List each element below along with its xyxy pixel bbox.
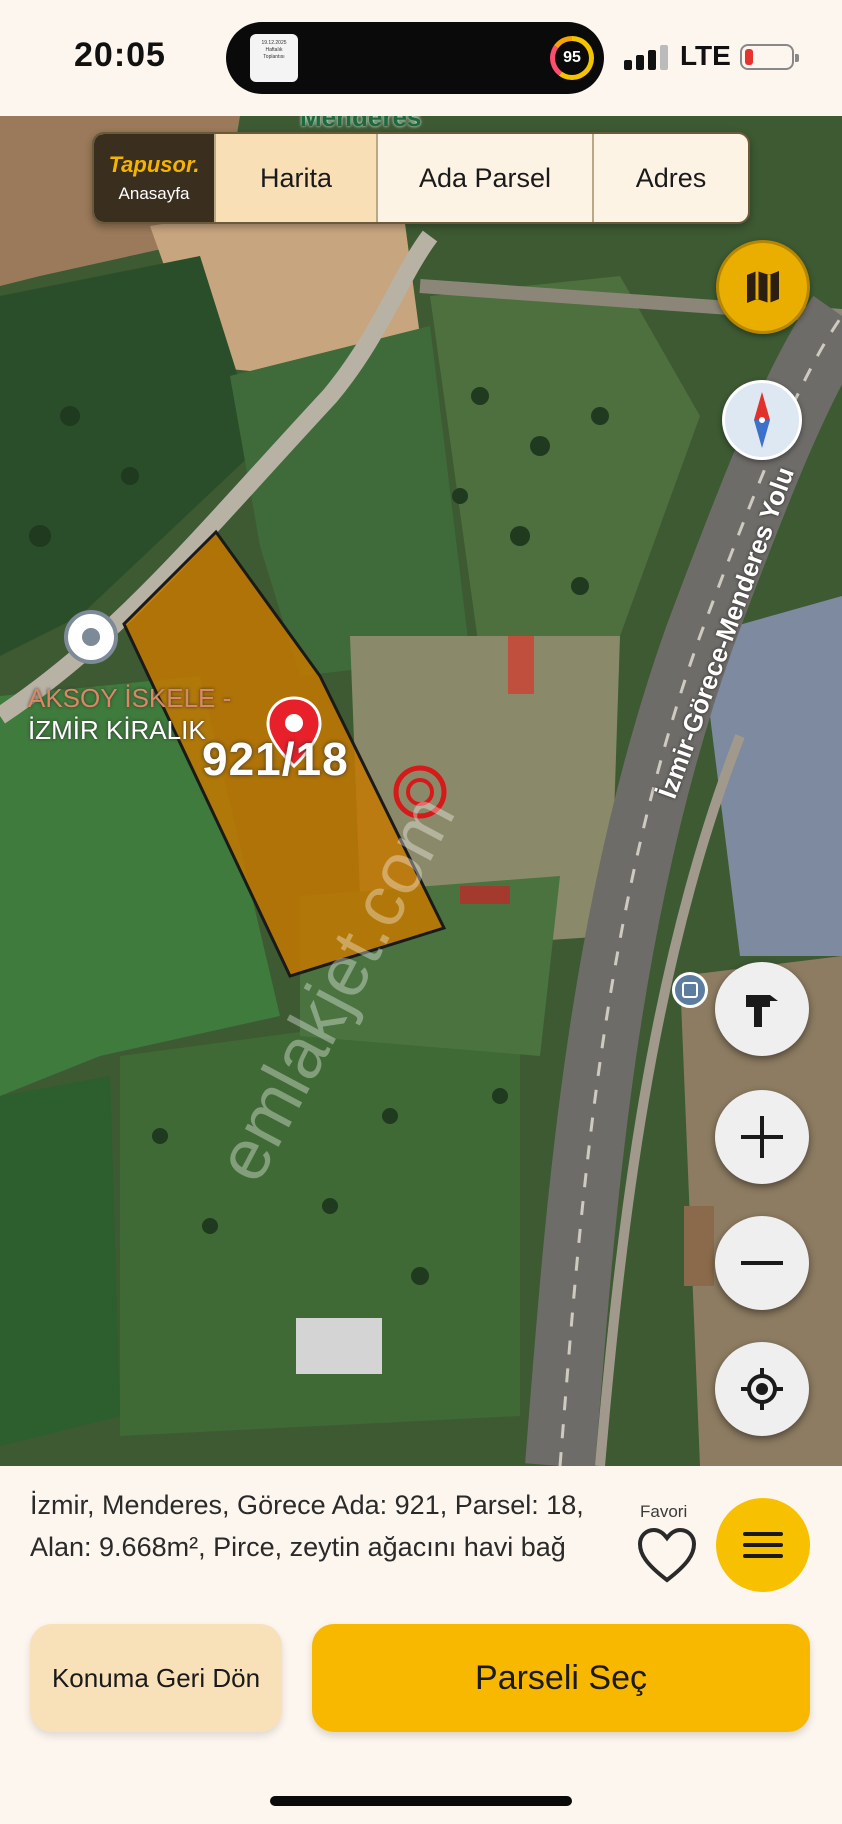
map-layers-button[interactable] [716, 240, 810, 334]
compass-button[interactable] [722, 380, 802, 460]
brand-logo: Tapusor. [108, 152, 200, 177]
battery-icon [740, 44, 799, 70]
zoom-out-button[interactable] [715, 1216, 809, 1310]
place-label-line: İZMİR KİRALIK [28, 715, 206, 745]
place-label-line: AKSOY İSKELE - [28, 683, 232, 713]
tab-ada-parsel[interactable]: Ada Parsel [376, 134, 592, 222]
crosshair-icon [741, 1368, 783, 1410]
zoom-in-button[interactable] [715, 1090, 809, 1184]
hammer-icon [746, 995, 778, 1027]
favorite-button[interactable] [636, 1526, 698, 1586]
menu-button[interactable] [716, 1498, 810, 1592]
locate-me-button[interactable] [715, 1342, 809, 1436]
road-label-top: Menderes [300, 116, 422, 132]
map-icon [747, 271, 779, 303]
heart-icon [637, 1527, 697, 1583]
top-navigation: Tapusor. Anasayfa Harita Ada Parsel Adre… [92, 132, 750, 224]
measure-tool-button[interactable] [715, 962, 809, 1056]
tab-harita[interactable]: Harita [214, 134, 376, 222]
favorite-label: Favori [640, 1502, 688, 1521]
network-type: LTE [680, 40, 731, 71]
activity-ring-icon: 95 [550, 36, 594, 80]
dynamic-island[interactable]: 19.12.2025 Haftalık Toplantısı 95 [226, 22, 604, 94]
island-thumb-line: Toplantısı [263, 54, 285, 60]
island-thumb-line: Haftalık [265, 47, 283, 53]
activity-value: 95 [555, 41, 589, 75]
island-thumbnail: 19.12.2025 Haftalık Toplantısı [250, 34, 298, 82]
home-button[interactable]: Tapusor. Anasayfa [94, 134, 214, 222]
minus-icon [741, 1261, 783, 1265]
island-thumb-line: 19.12.2025 [261, 40, 287, 46]
tab-adres[interactable]: Adres [592, 134, 748, 222]
place-label: AKSOY İSKELE - İZMİR KİRALIK [28, 682, 231, 746]
place-pin-icon[interactable] [64, 610, 118, 664]
signal-icon [624, 44, 668, 70]
parcel-info-text: İzmir, Menderes, Görece Ada: 921, Parsel… [30, 1490, 584, 1562]
parcel-number-label: 921/18 [202, 733, 349, 785]
clock: 20:05 [74, 36, 166, 74]
compass-icon [754, 392, 770, 448]
bus-stop-icon[interactable] [672, 972, 708, 1008]
select-parcel-button[interactable]: Parseli Seç [312, 1624, 810, 1732]
hamburger-icon [743, 1532, 783, 1558]
home-indicator[interactable] [270, 1796, 572, 1806]
parcel-panel: İzmir, Menderes, Görece Ada: 921, Parsel… [0, 1466, 842, 1824]
status-bar: 20:05 19.12.2025 Haftalık Toplantısı 95 … [0, 0, 842, 116]
screen: 20:05 19.12.2025 Haftalık Toplantısı 95 … [0, 0, 842, 1824]
back-to-location-button[interactable]: Konuma Geri Dön [30, 1624, 282, 1732]
plus-icon [741, 1116, 783, 1158]
home-label: Anasayfa [118, 184, 190, 203]
